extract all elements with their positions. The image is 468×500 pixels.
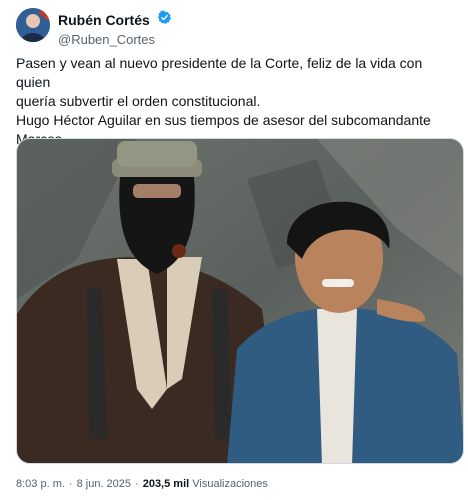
author-avatar[interactable] <box>16 8 50 42</box>
tweet-text-line: Pasen y vean al nuevo presidente de la C… <box>16 55 423 90</box>
separator-dot: · <box>68 478 73 490</box>
tweet-time[interactable]: 8:03 p. m. <box>16 478 65 490</box>
views-label: Visualizaciones <box>192 478 268 490</box>
tweet-header: Rubén Cortés @Ruben_Cortes <box>16 8 456 48</box>
tweet-photo[interactable] <box>16 138 464 464</box>
pipe <box>172 244 186 258</box>
separator-dot: · <box>135 478 139 490</box>
author-names: Rubén Cortés @Ruben_Cortes <box>58 10 172 48</box>
verified-badge-icon <box>157 10 172 30</box>
author-display-name[interactable]: Rubén Cortés <box>58 12 150 29</box>
tweet-date[interactable]: 8 jun. 2025 <box>77 478 131 490</box>
author-handle[interactable]: @Ruben_Cortes <box>58 31 172 48</box>
tweet-text: Pasen y vean al nuevo presidente de la C… <box>16 54 456 149</box>
tweet-text-line: Hugo Héctor Aguilar en sus tiempos de as… <box>16 112 431 128</box>
tweet-meta: 8:03 p. m. · 8 jun. 2025 · 203,5 mil Visuali… <box>16 478 268 490</box>
views-count: 203,5 mil <box>142 478 190 490</box>
tweet-text-line: quería subvertir el orden constitucional… <box>16 93 261 109</box>
